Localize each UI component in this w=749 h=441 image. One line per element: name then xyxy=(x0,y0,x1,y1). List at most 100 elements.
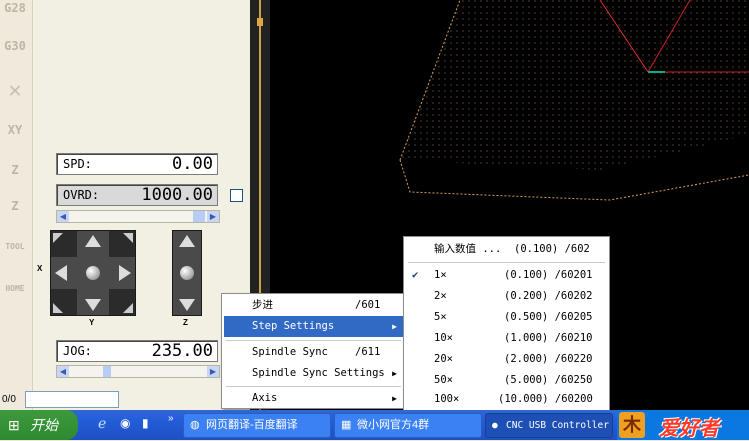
explorer-quicklaunch-icon[interactable]: ◉ xyxy=(120,416,130,430)
task-chat-group[interactable]: ▦ 微小网官方4群 xyxy=(334,413,482,438)
submenu-item-value: (5.000) /60250 xyxy=(504,374,593,386)
submenu-item-label: 输入数值 ... xyxy=(434,243,502,255)
jog-diag-ur-icon[interactable] xyxy=(123,233,133,243)
ovrd-label: OVRD: xyxy=(63,188,100,202)
jog-diag-dl-icon[interactable] xyxy=(53,303,63,313)
override-slider[interactable]: ◀ ▶ xyxy=(56,210,220,223)
submenu-item-label: 1× xyxy=(434,269,447,281)
xy-jog-pad[interactable] xyxy=(50,230,136,316)
submenu-item-label: 5× xyxy=(434,311,447,323)
spindle-speed-display: SPD: 0.00 xyxy=(56,153,218,175)
menu-step-settings-label: Step Settings xyxy=(252,320,335,332)
menu-step-settings[interactable]: Step Settings ▶ xyxy=(224,316,403,337)
z-axis-label: Z xyxy=(183,318,188,327)
zero-z-button[interactable]: Z xyxy=(2,164,28,202)
chat-icon: ▦ xyxy=(341,419,352,431)
slider-right-arrow-icon[interactable]: ▶ xyxy=(207,211,219,222)
submenu-item-2x[interactable]: 2× (0.200) /60202 xyxy=(406,286,607,307)
submenu-arrow-icon: ▶ xyxy=(392,394,397,403)
goto-g30-button[interactable]: G30 xyxy=(2,40,28,78)
start-label: 开始 xyxy=(30,417,58,433)
line-counter: 0/0 xyxy=(2,394,16,405)
menu-spindle-sync-settings-label: Spindle Sync Settings xyxy=(252,367,385,379)
stock-top-surface xyxy=(400,0,749,170)
submenu-item-label: 50× xyxy=(434,374,453,386)
jog-slider[interactable]: ◀ ▶ xyxy=(56,365,220,378)
browser-icon: ◍ xyxy=(190,419,200,431)
quicklaunch-expand-icon[interactable]: » xyxy=(168,413,174,424)
desktop-quicklaunch-icon[interactable]: ▮ xyxy=(142,416,149,430)
task-label: CNC USB Controller xyxy=(506,420,609,431)
task-cnc-usb-controller[interactable]: ● CNC USB Controller xyxy=(485,413,613,438)
jog-slider-thumb[interactable] xyxy=(103,366,111,377)
menu-axis[interactable]: Axis ▶ xyxy=(224,388,403,409)
y-axis-label: Y xyxy=(89,318,95,327)
tool-change-button[interactable]: TOOL xyxy=(2,240,28,278)
submenu-item-1x[interactable]: ✔ 1× (0.100) /60201 xyxy=(406,265,607,286)
goto-g28-button[interactable]: G28 xyxy=(2,2,28,40)
progress-field xyxy=(25,391,119,408)
jog-center-ball-icon xyxy=(86,266,100,280)
menu-spindle-sync-label: Spindle Sync xyxy=(252,346,328,358)
jog-x-plus-icon[interactable] xyxy=(119,265,131,281)
z-jog-pad[interactable] xyxy=(172,230,202,316)
system-tray: 木 爱好者 xyxy=(617,410,749,440)
override-display: OVRD: 1000.00 xyxy=(56,184,218,206)
submenu-arrow-icon: ▶ xyxy=(392,322,397,331)
jog-diag-ul-icon[interactable] xyxy=(53,233,63,243)
jog-diag-dr-icon[interactable] xyxy=(123,303,133,313)
z-center-ball-icon xyxy=(180,266,194,280)
slider-left-arrow-icon[interactable]: ◀ xyxy=(57,211,69,222)
toolbar-strip: G28 G30 ✕ XY Z Z TOOL HOME xyxy=(0,0,33,410)
task-baidu-translate[interactable]: ◍ 网页翻译-百度翻译 xyxy=(183,413,331,438)
probe-z-button[interactable]: Z xyxy=(2,200,28,238)
ovrd-value: 1000.00 xyxy=(141,185,213,205)
home-button[interactable]: HOME xyxy=(2,282,28,320)
jog-slider-left-icon[interactable]: ◀ xyxy=(57,366,69,377)
submenu-item-custom[interactable]: 输入数值 ... (0.100) /602 xyxy=(406,239,607,260)
submenu-item-50x[interactable]: 50× (5.000) /60250 xyxy=(406,370,607,391)
submenu-item-10x[interactable]: 10× (1.000) /60210 xyxy=(406,328,607,349)
submenu-item-value: (10.000) /60200 xyxy=(498,393,593,405)
brand-logo-icon: 木 xyxy=(619,412,645,438)
menu-step[interactable]: 步进 /601 xyxy=(224,295,403,316)
zero-all-icon[interactable]: ✕ xyxy=(2,80,28,122)
jog-y-plus-icon[interactable] xyxy=(85,235,101,247)
spd-label: SPD: xyxy=(63,157,92,171)
submenu-item-20x[interactable]: 20× (2.000) /60220 xyxy=(406,349,607,370)
submenu-item-100x[interactable]: 100× (10.000) /60200 xyxy=(406,389,607,410)
slider-thumb[interactable] xyxy=(193,211,205,222)
ie-quicklaunch-icon[interactable]: ℯ xyxy=(98,415,106,432)
submenu-item-label: 2× xyxy=(434,290,447,302)
jog-label: JOG: xyxy=(63,344,92,358)
x-axis-label: X xyxy=(37,264,43,273)
submenu-item-value: (2.000) /60220 xyxy=(504,353,593,365)
task-label: 网页翻译-百度翻译 xyxy=(206,419,298,431)
menu-axis-label: Axis xyxy=(252,392,278,404)
submenu-item-value: (0.500) /60205 xyxy=(504,311,593,323)
override-checkbox[interactable] xyxy=(230,189,243,202)
cnc-icon: ● xyxy=(492,420,498,431)
submenu-item-value: (0.100) /60201 xyxy=(504,269,593,281)
brand-logo-text: 爱好者 xyxy=(659,418,719,440)
jog-step-display: JOG: 235.00 xyxy=(56,340,218,362)
start-button[interactable]: ⊞ 开始 xyxy=(0,410,78,440)
check-icon: ✔ xyxy=(412,269,419,281)
menu-spindle-sync-shortcut: /611 xyxy=(355,346,381,358)
submenu-item-label: 10× xyxy=(434,332,453,344)
menu-step-label: 步进 xyxy=(252,299,273,311)
jog-z-plus-icon[interactable] xyxy=(179,235,195,247)
context-menu: 步进 /601 Step Settings ▶ Spindle Sync /61… xyxy=(221,293,406,409)
jog-slider-right-icon[interactable]: ▶ xyxy=(207,366,219,377)
zero-xy-button[interactable]: XY xyxy=(2,124,28,162)
submenu-item-5x[interactable]: 5× (0.500) /60205 xyxy=(406,307,607,328)
menu-spindle-sync-settings[interactable]: Spindle Sync Settings ▶ xyxy=(224,363,403,384)
submenu-item-value: (0.100) /602 xyxy=(514,243,590,255)
submenu-item-label: 100× xyxy=(434,393,460,405)
jog-z-minus-icon[interactable] xyxy=(179,299,195,311)
jog-x-minus-icon[interactable] xyxy=(55,265,67,281)
jog-y-minus-icon[interactable] xyxy=(85,299,101,311)
jog-value: 235.00 xyxy=(151,341,213,361)
submenu-item-value: (0.200) /60202 xyxy=(504,290,593,302)
menu-spindle-sync[interactable]: Spindle Sync /611 xyxy=(224,342,403,363)
